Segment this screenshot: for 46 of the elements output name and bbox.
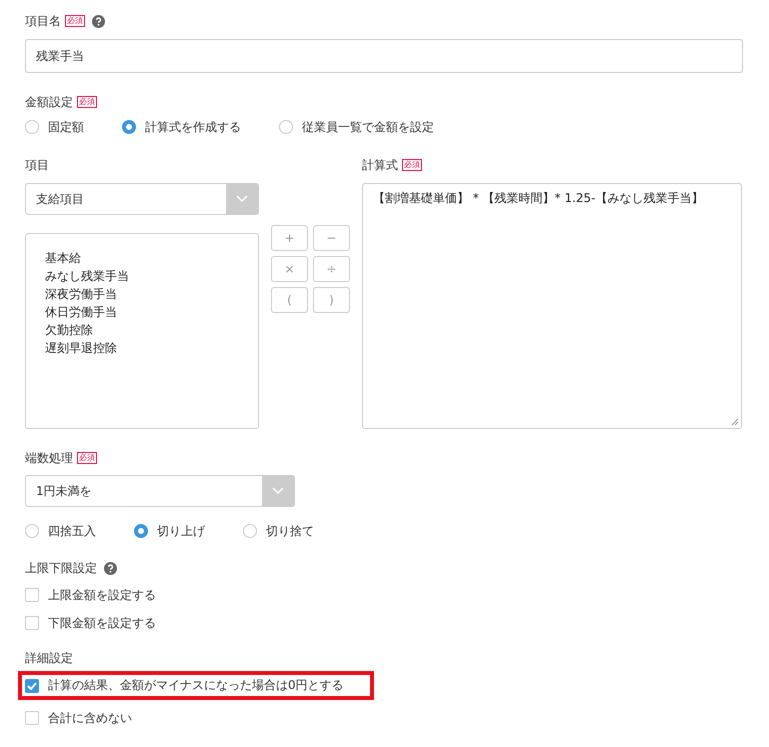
radio-button[interactable]: [279, 120, 293, 134]
required-tag: 必須: [402, 159, 422, 171]
field-label: 詳細設定: [25, 650, 73, 666]
radio-label: 固定額: [48, 118, 84, 136]
list-item[interactable]: 深夜労働手当: [45, 285, 258, 303]
field-label: 金額設定: [25, 94, 73, 110]
item-name-field[interactable]: 残業手当: [25, 39, 743, 73]
radio-label: 切り捨て: [266, 522, 314, 540]
checkbox-label: 上限金額を設定する: [48, 586, 156, 604]
radio-button[interactable]: [25, 120, 39, 134]
rounding-select[interactable]: 1円未満を: [25, 475, 295, 507]
checkbox[interactable]: [25, 711, 39, 725]
radio-button[interactable]: [25, 524, 39, 538]
resize-grip-icon[interactable]: [731, 418, 739, 426]
checkbox-label: 計算の結果、金額がマイナスになった場合は0円とする: [48, 677, 344, 694]
checkbox[interactable]: [25, 616, 39, 630]
item-type-select[interactable]: 支給項目: [25, 183, 259, 215]
list-item[interactable]: 休日労働手当: [45, 303, 258, 321]
field-label: 計算式: [362, 156, 398, 174]
help-icon[interactable]: [92, 14, 105, 28]
field-label: 端数処理: [25, 450, 73, 466]
list-item[interactable]: 欠勤控除: [45, 321, 258, 339]
checkbox[interactable]: [25, 678, 39, 692]
radio-button[interactable]: [122, 120, 136, 134]
radio-button[interactable]: [243, 524, 257, 538]
chevron-down-icon: [272, 487, 284, 495]
list-item[interactable]: 基本給: [45, 249, 258, 267]
radio-label: 切り上げ: [157, 522, 205, 540]
formula-field[interactable]: 【割増基礎単価】 * 【残業時間】* 1.25-【みなし残業手当】: [362, 183, 742, 429]
checkbox[interactable]: [25, 588, 39, 602]
field-label: 項目: [25, 156, 49, 174]
required-tag: 必須: [77, 96, 97, 108]
radio-button[interactable]: [134, 524, 148, 538]
checkbox-label: 下限金額を設定する: [48, 614, 156, 632]
chevron-down-icon: [236, 195, 248, 203]
list-item[interactable]: 遅刻早退控除: [45, 339, 258, 357]
radio-label: 四捨五入: [48, 522, 96, 540]
required-tag: 必須: [77, 452, 97, 464]
required-tag: 必須: [65, 15, 85, 27]
field-label: 項目名: [25, 12, 61, 30]
help-icon[interactable]: [104, 562, 117, 574]
radio-label: 従業員一覧で金額を設定: [302, 118, 434, 136]
checkbox-label: 合計に含めない: [48, 710, 132, 726]
radio-label: 計算式を作成する: [145, 118, 241, 136]
field-label: 上限下限設定: [25, 560, 97, 576]
list-item[interactable]: みなし残業手当: [45, 267, 258, 285]
